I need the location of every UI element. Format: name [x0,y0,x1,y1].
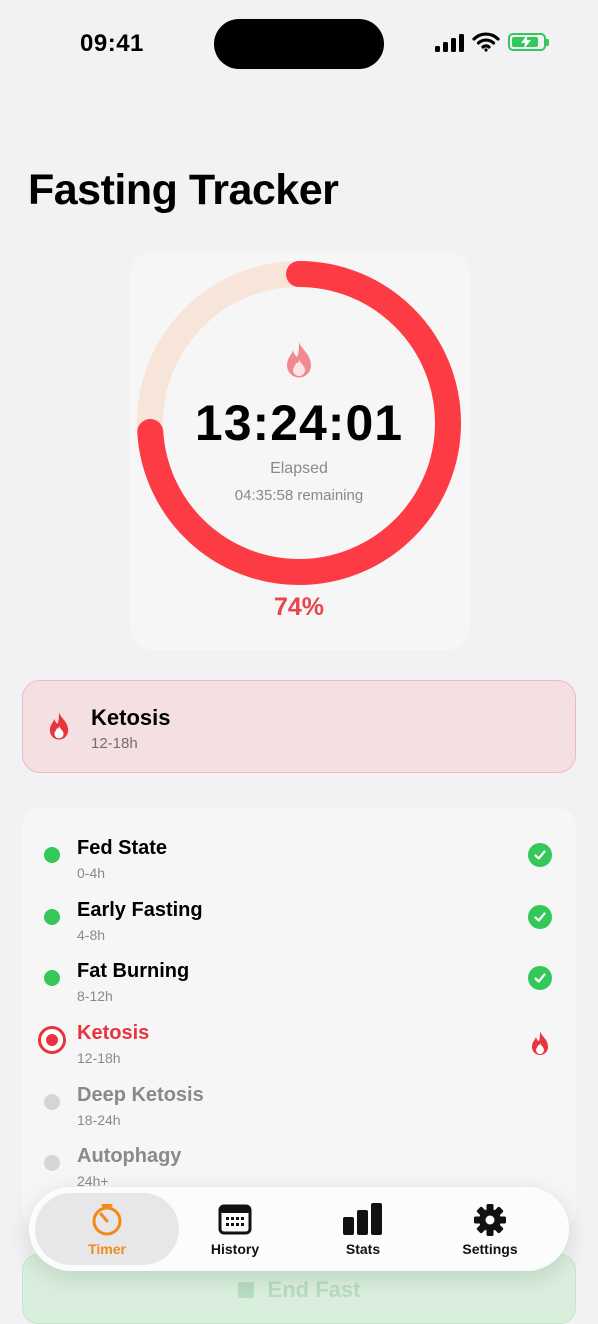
current-phase-card[interactable]: Ketosis 12-18h [22,680,576,773]
status-bar: 09:41 [0,0,598,90]
phase-range: 4-8h [77,927,106,943]
flame-icon [287,341,311,378]
phase-row-ketosis[interactable]: Ketosis 12-18h [22,1022,576,1085]
phase-name: Fat Burning [77,960,190,982]
tab-label: History [210,1241,260,1257]
bar-chart-icon [343,1203,382,1235]
tab-timer[interactable]: Timer [35,1193,179,1265]
gear-icon [474,1204,506,1236]
tab-label: Timer [88,1241,126,1257]
calendar-icon [218,1204,252,1235]
phase-status-dot [44,970,60,986]
tab-bar: Timer History Stats Settings [29,1187,569,1271]
phase-range: 18-24h [77,1112,121,1128]
phase-name: Fed State [77,837,168,859]
tab-stats[interactable]: Stats [307,1193,419,1265]
tab-settings[interactable]: Settings [434,1193,546,1265]
phase-list: Fed State 0-4h Early Fasting 4-8h Fat Bu… [22,808,576,1228]
phase-range: 12-18h [77,1050,121,1066]
phase-row-deep-ketosis[interactable]: Deep Ketosis 18-24h [22,1084,576,1147]
dynamic-island [214,19,384,69]
phase-row-fed-state[interactable]: Fed State 0-4h [22,837,576,900]
tab-history[interactable]: History [179,1193,291,1265]
phase-row-fat-burning[interactable]: Fat Burning 8-12h [22,960,576,1023]
checkmark-icon [528,843,552,867]
tab-label: Stats [345,1241,381,1257]
stop-icon [237,1282,254,1298]
progress-percent: 74% [273,593,325,621]
tab-label: Settings [462,1241,518,1257]
status-time: 09:41 [80,30,144,57]
elapsed-time: 13:24:01 [194,395,404,451]
phase-status-dot [44,1094,60,1110]
remaining-time: 04:35:58 remaining [234,487,364,504]
current-phase-name: Ketosis [91,705,171,730]
current-phase-range: 12-18h [91,735,138,752]
phase-status-dot [44,909,60,925]
phase-name: Autophagy [77,1145,182,1167]
flame-icon [532,1031,548,1055]
phase-status-dot [44,1155,60,1171]
current-phase-indicator [38,1026,66,1054]
phase-name: Early Fasting [77,899,203,921]
flame-icon [49,712,69,740]
elapsed-label: Elapsed [270,460,328,477]
timer-icon [92,1204,122,1236]
phase-row-early-fasting[interactable]: Early Fasting 4-8h [22,899,576,962]
checkmark-icon [528,905,552,929]
battery-charging-icon [508,33,549,51]
phase-range: 8-12h [77,988,113,1004]
end-fast-label: End Fast [267,1277,361,1302]
cellular-signal-icon [435,32,464,52]
phase-range: 0-4h [77,865,106,881]
phase-name: Deep Ketosis [77,1084,204,1106]
checkmark-icon [528,966,552,990]
page-title: Fasting Tracker [28,166,339,214]
wifi-icon [472,32,500,52]
status-icons [435,32,549,52]
phase-status-dot [44,847,60,863]
phase-name: Ketosis [77,1022,150,1044]
